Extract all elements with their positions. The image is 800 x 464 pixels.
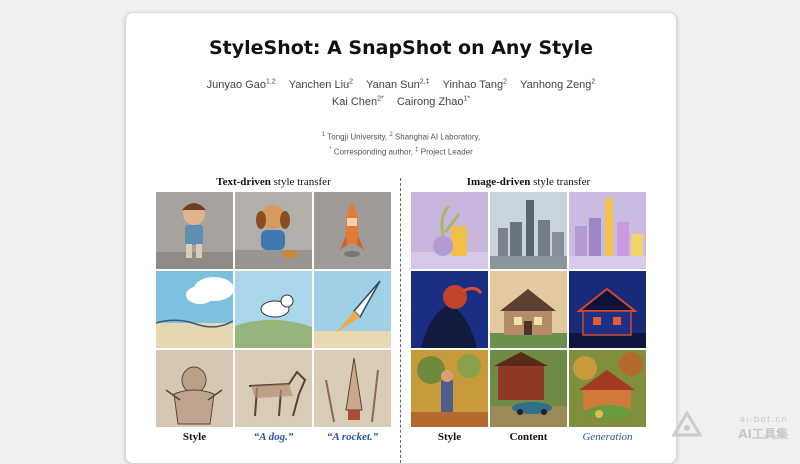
style-image-portrait xyxy=(411,271,488,348)
generated-rocket-sketch xyxy=(314,350,391,427)
watermark-url: ai-bot.cn xyxy=(739,415,788,425)
style-image-sketch xyxy=(156,350,233,427)
author-notes: * Corresponding author, ‡ Project Leader xyxy=(329,147,473,157)
content-image-barn-car xyxy=(490,350,567,427)
image-driven-grid xyxy=(411,192,646,427)
text-driven-heading: Text-driven style transfer xyxy=(216,176,331,188)
author-link[interactable]: Yinhao Tang2 xyxy=(443,78,507,91)
project-page-card: StyleShot: A SnapShot on Any Style Junya… xyxy=(125,12,677,464)
content-image-skyline xyxy=(490,192,567,269)
caption-a-dog: “A dog.” xyxy=(253,431,294,443)
image-driven-heading: Image-driven style transfer xyxy=(466,176,591,188)
caption-generation: Generation xyxy=(582,431,633,443)
generated-rocket-3d xyxy=(314,192,391,269)
author-link[interactable]: Junyao Gao1,2 xyxy=(207,78,276,91)
watermark-name: AI工具集 xyxy=(738,427,788,441)
page-title: StyleShot: A SnapShot on Any Style xyxy=(209,37,593,59)
text-driven-grid xyxy=(156,192,391,427)
content-image-house xyxy=(490,271,567,348)
generated-painting xyxy=(569,350,646,427)
figure-divider xyxy=(400,178,401,463)
caption-style-right: Style xyxy=(437,431,462,443)
style-image-painting xyxy=(411,350,488,427)
author-link[interactable]: Yanhong Zeng2 xyxy=(520,78,595,91)
author-link[interactable]: Yanchen Liu2 xyxy=(289,78,353,91)
generated-dog-3d xyxy=(235,192,312,269)
caption-content: Content xyxy=(509,431,548,443)
generated-skyline xyxy=(569,192,646,269)
author-list-line2: Kai Chen2* Cairong Zhao1* xyxy=(186,90,616,111)
caption-style-left: Style xyxy=(182,431,207,443)
generated-house xyxy=(569,271,646,348)
watermark-logo-icon xyxy=(671,410,703,442)
style-image-cartoon-sky xyxy=(156,271,233,348)
caption-a-rocket: “A rocket.” xyxy=(326,431,379,443)
style-image-boy xyxy=(156,192,233,269)
generated-rocket-cartoon xyxy=(314,271,391,348)
author-link[interactable]: Kai Chen2* xyxy=(332,95,384,108)
style-image-vase xyxy=(411,192,488,269)
generated-dog-cartoon xyxy=(235,271,312,348)
watermark: ai-bot.cn AI工具集 xyxy=(738,415,788,442)
author-link[interactable]: Yanan Sun2,‡ xyxy=(366,78,429,91)
author-link[interactable]: Cairong Zhao1* xyxy=(397,95,470,108)
generated-dog-sketch xyxy=(235,350,312,427)
